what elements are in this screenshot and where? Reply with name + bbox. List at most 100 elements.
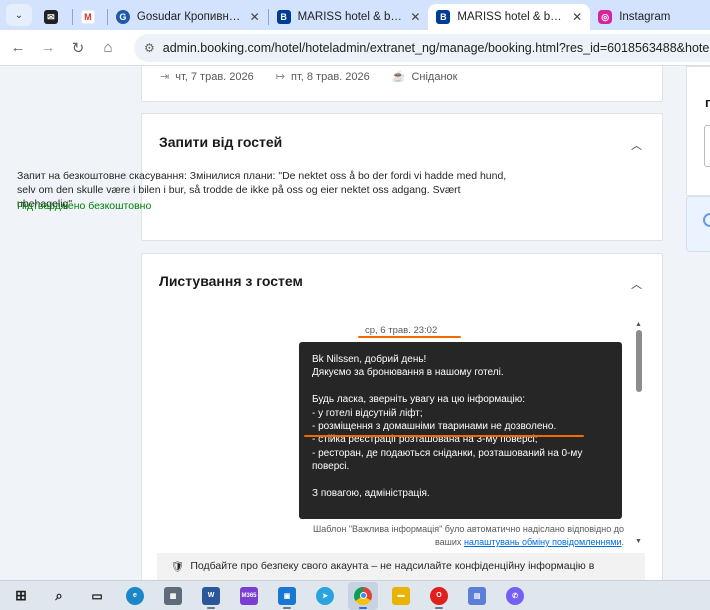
close-icon[interactable]: ✕ xyxy=(572,10,582,24)
auto-note-word: ваших xyxy=(435,537,462,547)
close-icon[interactable]: ✕ xyxy=(250,10,260,24)
check-out-icon: ↦ xyxy=(275,71,285,83)
task-view-icon: ▭ xyxy=(91,588,103,603)
tab-mariss-active[interactable]: B MARISS hotel & business ✕ xyxy=(428,4,591,30)
taskbar-calculator[interactable]: ▦ xyxy=(158,582,188,610)
booking-icon: B xyxy=(436,10,451,24)
instagram-icon: ◎ xyxy=(598,10,613,24)
chevron-up-icon[interactable]: ︿ xyxy=(631,137,642,153)
taskbar-chrome[interactable] xyxy=(348,581,378,610)
tab-label: Instagram xyxy=(619,11,671,23)
message-line: Будь ласка, зверніть увагу на цю інформа… xyxy=(312,394,525,406)
taskbar-task-view[interactable]: ▭ xyxy=(82,582,112,610)
tab-gosudar[interactable]: G Gosudar Кропивницкий ✕ xyxy=(108,4,268,30)
viber-icon: ✆ xyxy=(506,586,524,605)
taskbar-edge[interactable]: e xyxy=(120,582,150,610)
breakfast-icon: ☕ xyxy=(391,71,406,83)
messaging-settings-link[interactable]: налаштувань обміну повідомленнями xyxy=(464,537,622,547)
scroll-thumb[interactable] xyxy=(636,330,642,392)
security-text: Подбайте про безпеку свого акаунта – не … xyxy=(190,560,595,572)
right-panel-input[interactable] xyxy=(704,125,710,167)
right-panel-info xyxy=(686,196,710,252)
site-info-icon[interactable]: ⚙ xyxy=(144,41,155,55)
taskbar-search[interactable]: ⌕ xyxy=(44,582,74,610)
taskbar: ⊞ ⌕ ▭ e ▦ W M365 ▣ ➤ ▬ O ▤ ✆ xyxy=(0,580,710,610)
taskbar-viber[interactable]: ✆ xyxy=(500,582,530,610)
tab-mariss-1[interactable]: B MARISS hotel & business ✕ xyxy=(269,4,429,30)
right-panel-heading: г xyxy=(705,95,710,110)
taskbar-app[interactable]: ▤ xyxy=(462,582,492,610)
photo-app-icon: ▣ xyxy=(278,586,296,605)
message-timestamp: ср, 6 трав. 23:02 xyxy=(365,325,438,336)
taskbar-telegram[interactable]: ➤ xyxy=(310,582,340,610)
edge-icon: e xyxy=(126,586,144,605)
security-notice: 🛡 Подбайте про безпеку свого акаунта – н… xyxy=(157,553,645,580)
page-content: ⇥ чт, 7 трав. 2026 ↦ пт, 8 трав. 2026 ☕ … xyxy=(0,66,710,580)
app-icon: ▤ xyxy=(468,586,486,605)
file-explorer-icon: ▬ xyxy=(392,586,410,605)
right-panel-card: г xyxy=(686,66,710,196)
gosudar-icon: G xyxy=(115,10,130,24)
tab-label: MARISS hotel & business xyxy=(457,11,566,23)
taskbar-word[interactable]: W xyxy=(196,582,226,610)
tab-gmail[interactable]: M xyxy=(73,4,107,30)
taskbar-file-explorer[interactable]: ▬ xyxy=(386,582,416,610)
tab-label: Gosudar Кропивницкий xyxy=(136,11,244,23)
message-line: поверсі. xyxy=(312,461,350,473)
booking-icon: B xyxy=(276,10,291,24)
m365-icon: M365 xyxy=(240,586,258,605)
message-line: З повагою, адміністрація. xyxy=(312,488,430,500)
tab-label: MARISS hotel & business xyxy=(297,11,405,23)
windows-start-icon: ⊞ xyxy=(15,587,27,603)
checkin-date: чт, 7 трав. 2026 xyxy=(175,70,254,83)
shield-check-icon: 🛡 xyxy=(171,561,185,573)
message-bubble: Вk Nilssen, добрий день! Дякуємо за брон… xyxy=(299,342,622,519)
mail-icon: ✉ xyxy=(43,10,58,24)
taskbar-opera[interactable]: O xyxy=(424,582,454,610)
forward-arrow-icon[interactable]: → xyxy=(36,36,60,60)
message-line: - у готелі відсутній ліфт; xyxy=(312,407,423,419)
highlight-underline xyxy=(304,435,584,437)
booking-dates-card: ⇥ чт, 7 трав. 2026 ↦ пт, 8 трав. 2026 ☕ … xyxy=(141,66,663,102)
correspondence-title: Листування з гостем xyxy=(159,273,303,289)
tab-mail[interactable]: ✉ xyxy=(36,4,72,30)
meal-plan: Сніданок xyxy=(411,70,458,83)
close-icon[interactable]: ✕ xyxy=(410,10,420,24)
message-line: - ресторан, де подаються сніданки, розта… xyxy=(312,447,583,459)
booking-dates-row: ⇥ чт, 7 трав. 2026 ↦ пт, 8 трав. 2026 ☕ … xyxy=(160,70,458,84)
highlight-underline xyxy=(358,336,461,338)
reload-icon[interactable]: ↻ xyxy=(66,36,90,60)
browser-toolbar: ← → ↻ ⌂ ⚙ admin.booking.com/hotel/hotela… xyxy=(0,30,710,66)
search-icon: ⌕ xyxy=(55,587,63,603)
scroll-down-icon[interactable]: ▼ xyxy=(635,538,642,545)
address-bar[interactable]: ⚙ admin.booking.com/hotel/hoteladmin/ext… xyxy=(134,33,710,62)
chat-scrollbar[interactable]: ▲ ▼ xyxy=(633,321,645,548)
word-icon: W xyxy=(202,586,220,605)
scroll-up-icon[interactable]: ▲ xyxy=(635,321,642,328)
telegram-icon: ➤ xyxy=(316,586,334,605)
message-line: Вk Nilssen, добрий день! xyxy=(312,354,427,365)
gmail-icon: M xyxy=(80,10,95,24)
calculator-icon: ▦ xyxy=(164,586,182,605)
request-status: Підтверджено безкоштовно xyxy=(17,200,152,212)
taskbar-m365[interactable]: M365 xyxy=(234,582,264,610)
message-line: - розміщення з домашніми тваринами не до… xyxy=(312,421,557,433)
message-line: Дякуємо за бронювання в нашому готелі. xyxy=(312,367,504,379)
check-in-icon: ⇥ xyxy=(160,71,170,83)
url-text: admin.booking.com/hotel/hoteladmin/extra… xyxy=(162,40,710,55)
guest-requests-title: Запити від гостей xyxy=(159,134,283,150)
chevron-up-icon[interactable]: ︿ xyxy=(631,276,642,292)
windows-start-button[interactable]: ⊞ xyxy=(6,582,36,610)
opera-icon: O xyxy=(430,586,448,605)
chevron-down-icon: ⌄ xyxy=(14,9,24,21)
checkout-date: пт, 8 трав. 2026 xyxy=(290,70,370,83)
browser-tab-strip: ⌄ ✉ M G Gosudar Кропивницкий ✕ B MARISS … xyxy=(0,0,710,30)
back-arrow-icon[interactable]: ← xyxy=(6,36,30,60)
tab-search-button[interactable]: ⌄ xyxy=(6,4,32,26)
chrome-icon xyxy=(354,586,372,605)
home-icon[interactable]: ⌂ xyxy=(96,36,120,60)
auto-template-note: Шаблон "Важлива інформація" було автомат… xyxy=(312,524,624,547)
tab-instagram[interactable]: ◎ Instagram xyxy=(590,4,710,30)
auto-note-text: Шаблон "Важлива інформація" було автомат… xyxy=(312,524,624,534)
taskbar-photo-app[interactable]: ▣ xyxy=(272,582,302,610)
